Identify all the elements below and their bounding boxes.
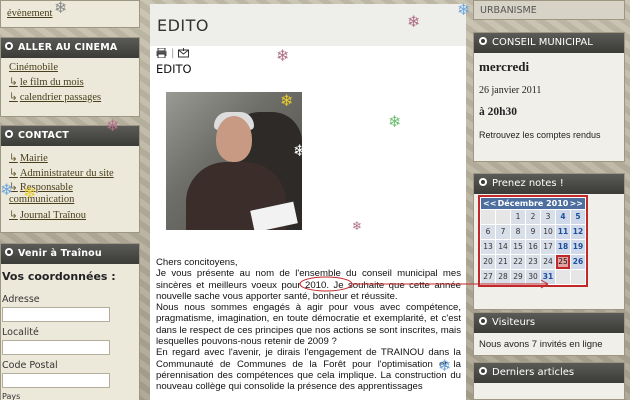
red-arrow (466, 279, 549, 289)
